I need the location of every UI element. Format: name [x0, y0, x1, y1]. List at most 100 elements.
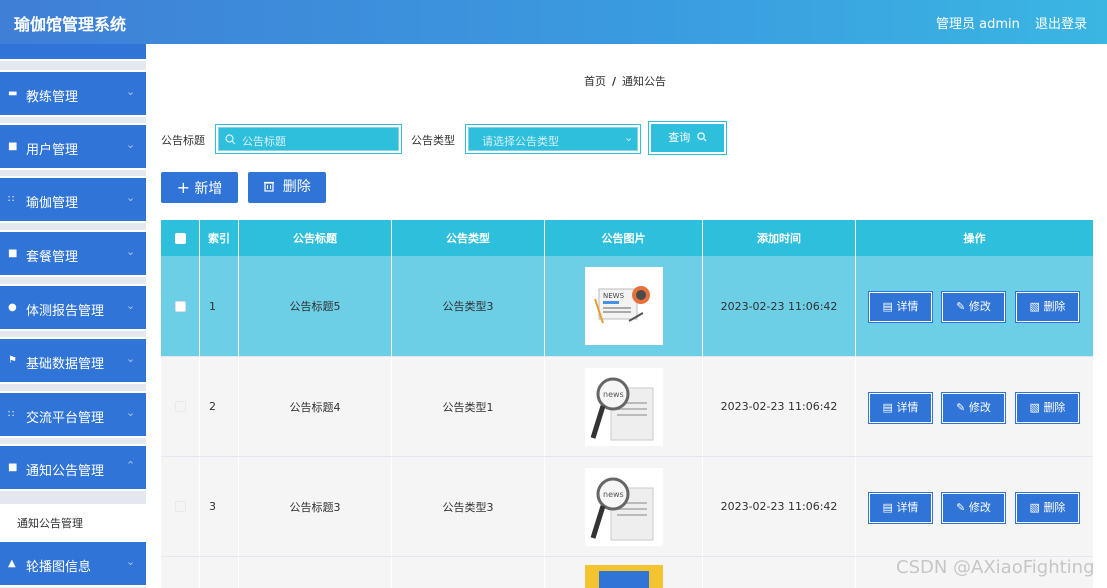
- edit-button[interactable]: ✎ 修改: [941, 291, 1006, 323]
- row-time: 2023-02-23 11:06:42: [703, 357, 856, 456]
- sidebar-item-report[interactable]: ● 体测报告管理 ⌄: [0, 284, 146, 331]
- edit-label: 修改: [968, 501, 991, 514]
- title-search-input[interactable]: 公告标题: [215, 124, 402, 154]
- edit-icon: ✎: [956, 401, 969, 414]
- breadcrumb-home[interactable]: 首页: [584, 75, 606, 88]
- sidebar-item-label: 通知公告管理: [26, 464, 105, 479]
- sidebar-item-notice[interactable]: ■ 通知公告管理 ⌃: [0, 444, 146, 491]
- title-filter-label: 公告标题: [161, 134, 205, 147]
- row-type: [392, 557, 545, 588]
- row-title: [239, 557, 392, 588]
- row-index: [200, 557, 239, 588]
- sidebar-item-coach[interactable]: ▬ 教练管理 ⌄: [0, 70, 146, 117]
- sidebar-item-forum[interactable]: ∷ 交流平台管理 ⌄: [0, 391, 146, 438]
- header-title: 公告标题: [239, 220, 392, 256]
- svg-text:news: news: [603, 390, 624, 399]
- news-badge-icon[interactable]: [584, 565, 663, 588]
- header-image: 公告图片: [545, 220, 703, 256]
- plus-icon: +: [176, 178, 190, 197]
- edit-button[interactable]: ✎ 修改: [941, 392, 1006, 424]
- sidebar-item-label: 交流平台管理: [26, 411, 105, 426]
- chevron-down-icon: ⌄: [126, 555, 136, 568]
- edit-icon: ✎: [956, 501, 969, 514]
- search-icon: [225, 134, 236, 145]
- table-header-row: 索引 公告标题 公告类型 公告图片 添加时间 操作: [161, 220, 1093, 256]
- table-row[interactable]: 3 公告标题3 公告类型3 news 2023-02-23 11:06:42 ▤…: [161, 456, 1093, 556]
- news-magnifier-icon[interactable]: news: [584, 467, 663, 546]
- chevron-down-icon: ⌄: [126, 299, 136, 312]
- sidebar-item-label: 基础数据管理: [26, 357, 105, 372]
- detail-icon: ▤: [882, 300, 897, 313]
- chevron-down-icon: ⌄: [624, 131, 634, 144]
- row-image-cell: news: [545, 357, 703, 456]
- detail-button[interactable]: ▤ 详情: [868, 492, 933, 524]
- table-row[interactable]: 2 公告标题4 公告类型1 news 2023-02-23 11:06:42 ▤…: [161, 356, 1093, 456]
- delete-button[interactable]: 删除: [248, 172, 326, 203]
- row-delete-button[interactable]: ▧ 删除: [1015, 492, 1080, 524]
- person-icon: ●: [8, 302, 17, 313]
- row-index: 2: [200, 357, 239, 456]
- detail-label: 详情: [896, 501, 919, 514]
- sidebar-item-basic[interactable]: ⚑ 基础数据管理 ⌄: [0, 337, 146, 384]
- header-index: 索引: [200, 220, 239, 256]
- row-delete-button[interactable]: ▧ 删除: [1015, 392, 1080, 424]
- trash-icon: [264, 181, 275, 192]
- trash-icon: ▧: [1029, 300, 1044, 313]
- sidebar-item-carousel[interactable]: ▲ 轮播图信息 ⌄: [0, 540, 146, 587]
- type-select[interactable]: 请选择公告类型 ⌄: [465, 124, 641, 154]
- chevron-down-icon: ⌄: [126, 406, 136, 419]
- query-button[interactable]: 查询: [648, 121, 727, 155]
- grid-icon: ∷: [8, 409, 15, 420]
- news-flat-icon[interactable]: NEWS: [584, 267, 663, 345]
- sidebar-item-partial[interactable]: [0, 44, 146, 61]
- chevron-down-icon: ⌄: [126, 138, 136, 151]
- header-type: 公告类型: [392, 220, 545, 256]
- top-bar: 瑜伽馆管理系统 管理员 admin 退出登录: [0, 0, 1107, 44]
- chevron-down-icon: ⌄: [126, 352, 136, 365]
- watermark: CSDN @AXiaoFighting: [896, 557, 1095, 578]
- delete-label: 删除: [1043, 501, 1066, 514]
- row-checkbox[interactable]: [174, 501, 186, 512]
- row-select-cell: [161, 457, 200, 556]
- row-time: 2023-02-23 11:06:42: [703, 256, 856, 356]
- edit-button[interactable]: ✎ 修改: [941, 492, 1006, 524]
- header-actions: 操作: [963, 232, 986, 245]
- table-row[interactable]: 1 公告标题5 公告类型3 NEWS 2023-02-23 11:06:42 ▤…: [161, 256, 1093, 356]
- logout-link[interactable]: 退出登录: [1035, 13, 1087, 32]
- sidebar-item-label: 教练管理: [26, 90, 79, 105]
- row-delete-button[interactable]: ▧ 删除: [1015, 291, 1080, 323]
- add-button-label: 新增: [194, 181, 223, 197]
- edit-icon: ✎: [956, 300, 969, 313]
- row-select-cell: [161, 557, 200, 588]
- admin-user[interactable]: 管理员 admin: [936, 13, 1020, 32]
- delete-button-label: 删除: [282, 179, 311, 195]
- breadcrumb: 首页 / 通知公告: [584, 73, 666, 89]
- sidebar-item-label: 轮播图信息: [26, 560, 92, 575]
- row-title: 公告标题4: [239, 357, 392, 456]
- select-all-checkbox[interactable]: [174, 232, 186, 244]
- row-index: 3: [200, 457, 239, 556]
- detail-button[interactable]: ▤ 详情: [868, 291, 933, 323]
- chevron-down-icon: ⌄: [126, 85, 136, 98]
- add-button[interactable]: + 新增: [161, 172, 238, 203]
- type-filter-label: 公告类型: [411, 134, 455, 147]
- trash-icon: ▧: [1029, 501, 1044, 514]
- carousel-icon: ▲: [8, 558, 16, 569]
- sidebar-item-user[interactable]: ■ 用户管理 ⌄: [0, 123, 146, 170]
- edit-label: 修改: [968, 300, 991, 313]
- news-magnifier-icon[interactable]: news: [584, 367, 663, 446]
- detail-button[interactable]: ▤ 详情: [868, 392, 933, 424]
- sidebar: ▬ 教练管理 ⌄ ■ 用户管理 ⌄ ∷ 瑜伽管理 ⌄ ■ 套餐管理 ⌄ ● 体测…: [0, 44, 146, 588]
- row-checkbox[interactable]: [174, 300, 186, 312]
- row-checkbox[interactable]: [174, 401, 186, 412]
- detail-label: 详情: [896, 300, 919, 313]
- detail-icon: ▤: [882, 401, 897, 414]
- sidebar-subitem-notice-manage[interactable]: 通知公告管理: [0, 504, 146, 540]
- flag-icon: ⚑: [8, 355, 17, 366]
- row-select-cell: [161, 256, 200, 356]
- sidebar-item-package[interactable]: ■ 套餐管理 ⌄: [0, 230, 146, 277]
- sidebar-item-yoga[interactable]: ∷ 瑜伽管理 ⌄: [0, 176, 146, 223]
- row-index: 1: [200, 256, 239, 356]
- user-icon: ■: [8, 141, 18, 152]
- delete-label: 删除: [1043, 300, 1066, 313]
